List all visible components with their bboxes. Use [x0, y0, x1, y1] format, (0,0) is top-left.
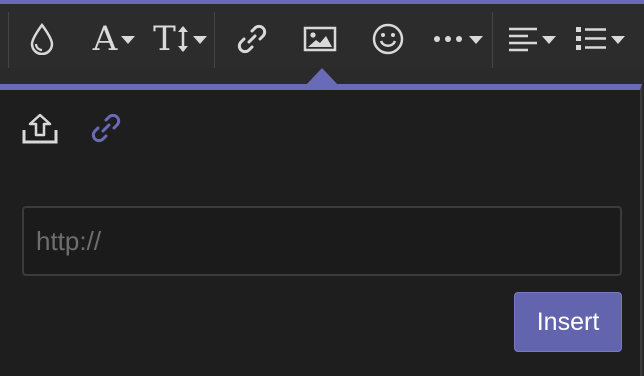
align-left-icon	[509, 27, 537, 52]
toolbar-separator	[214, 12, 215, 68]
font-size-button[interactable]: T	[152, 14, 208, 64]
more-button[interactable]	[430, 14, 486, 64]
upload-icon	[22, 113, 58, 144]
font-family-button[interactable]: A	[86, 14, 142, 64]
vertical-arrows-icon	[177, 26, 188, 52]
list-button[interactable]	[570, 14, 630, 64]
toolbar-separator	[8, 12, 9, 68]
align-button[interactable]	[504, 14, 560, 64]
tab-link[interactable]	[84, 106, 128, 150]
emoji-icon	[372, 23, 404, 55]
chevron-down-icon	[121, 36, 136, 44]
image-insert-popup: Insert	[0, 84, 642, 376]
image-url-input[interactable]	[22, 206, 622, 276]
popup-pointer	[306, 68, 338, 85]
more-icon	[434, 36, 462, 42]
toolbar-separator	[492, 12, 493, 68]
insert-link-button[interactable]	[232, 14, 272, 64]
editor-toolbar: A T	[0, 0, 644, 68]
link-icon	[91, 113, 121, 143]
tab-upload[interactable]	[18, 106, 62, 150]
chevron-down-icon	[469, 36, 483, 44]
text-color-button[interactable]	[24, 14, 60, 64]
font-size-icon: T	[153, 19, 176, 59]
color-drop-icon	[30, 23, 54, 55]
font-family-icon: A	[92, 19, 118, 59]
image-icon	[303, 26, 337, 52]
insert-button[interactable]: Insert	[514, 292, 622, 352]
link-icon	[237, 24, 267, 54]
insert-image-button[interactable]	[298, 14, 342, 64]
list-icon	[576, 27, 606, 50]
chevron-down-icon	[192, 36, 207, 44]
insert-emoji-button[interactable]	[368, 14, 408, 64]
chevron-down-icon	[611, 36, 625, 44]
chevron-down-icon	[542, 36, 556, 44]
